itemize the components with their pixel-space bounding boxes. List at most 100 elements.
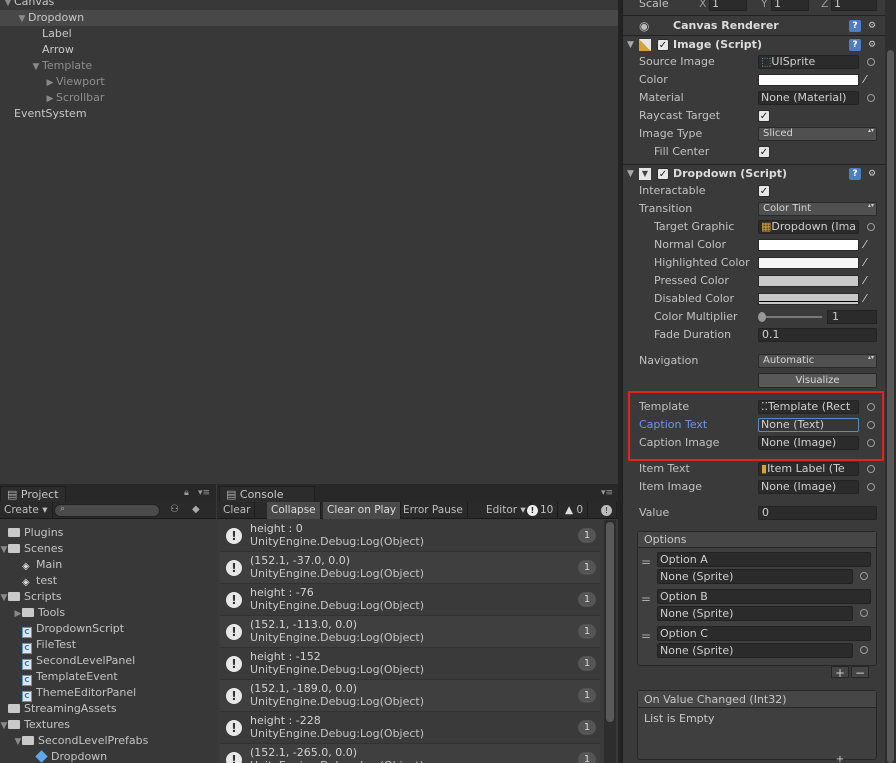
option-text-field[interactable]: Option A — [657, 552, 871, 567]
project-item[interactable]: Dropdown — [0, 749, 107, 763]
object-picker-icon[interactable] — [867, 223, 875, 231]
console-log-entry[interactable]: ! (152.1, -113.0, 0.0) UnityEngine.Debug:L… — [220, 616, 600, 648]
option-sprite-field[interactable]: None (Sprite) — [657, 569, 853, 584]
console-log-entry[interactable]: ! height : -76 UnityEngine.Debug:Log(Objec… — [220, 584, 600, 616]
option-sprite-field[interactable]: None (Sprite) — [657, 643, 853, 658]
hierarchy-item[interactable]: ▼ Canvas — [0, 0, 620, 10]
drag-handle-icon[interactable]: = — [641, 593, 651, 605]
fade-duration-field[interactable]: 0.1 — [758, 328, 877, 342]
add-event-button[interactable]: + — [831, 755, 849, 763]
drag-handle-icon[interactable]: = — [641, 630, 651, 642]
pressed-color-swatch[interactable] — [758, 275, 859, 287]
project-item[interactable]: C FileTest — [0, 637, 76, 654]
project-item[interactable]: ◈ test — [0, 573, 57, 589]
expand-arrow-down-icon[interactable]: ▼ — [30, 59, 42, 75]
option-sprite-field[interactable]: None (Sprite) — [657, 606, 853, 621]
panel-menu-icon[interactable]: ▾≡ — [601, 488, 613, 498]
project-item[interactable]: ▼ Textures — [0, 717, 70, 733]
project-item[interactable]: StreamingAssets — [0, 701, 117, 717]
disabled-color-swatch[interactable] — [758, 293, 859, 305]
project-item[interactable]: ▶ Tools — [0, 605, 66, 622]
object-picker-icon[interactable] — [867, 94, 875, 102]
expand-arrow-down-icon[interactable]: ▼ — [14, 734, 22, 750]
project-item[interactable]: ◈ Main — [0, 557, 62, 573]
hierarchy-item[interactable]: ▼ Dropdown — [0, 10, 620, 26]
filter-label-icon[interactable]: ◆ — [192, 504, 200, 515]
tab-console[interactable]: ▤ Console — [219, 486, 315, 502]
foldout-arrow-icon[interactable]: ▼ — [627, 165, 634, 183]
expand-arrow-down-icon[interactable]: ▼ — [0, 542, 8, 558]
eyedropper-icon[interactable]: ⁄ — [864, 238, 876, 252]
log-toggle[interactable]: ! 10 — [523, 502, 559, 519]
scale-x-field[interactable]: 1 — [709, 0, 747, 11]
caption-text-field[interactable]: None (Text) — [758, 418, 859, 432]
object-picker-icon[interactable] — [860, 646, 868, 654]
console-clear-button[interactable]: Clear — [219, 502, 256, 519]
remove-option-button[interactable]: − — [851, 666, 869, 679]
object-picker-icon[interactable] — [867, 465, 875, 473]
console-collapse-button[interactable]: Collapse — [267, 502, 321, 519]
normal-color-swatch[interactable] — [758, 239, 859, 251]
console-log-entry[interactable]: ! height : -152 UnityEngine.Debug:Log(Obje… — [220, 648, 600, 680]
interactable-checkbox[interactable]: ✓ — [758, 185, 770, 197]
project-item[interactable]: ▼ Scenes — [0, 541, 64, 558]
dropdown-script-header[interactable]: ▼ ▼ ✓ Dropdown (Script) ? ⚙ — [623, 165, 889, 183]
material-field[interactable]: None (Material) — [758, 91, 859, 105]
project-item[interactable]: Plugins — [0, 525, 63, 541]
fill-center-checkbox[interactable]: ✓ — [758, 146, 770, 158]
item-text-field[interactable]: ▮Item Label (Te — [758, 462, 859, 476]
hierarchy-item[interactable]: ▶ Scrollbar — [0, 90, 620, 106]
project-item[interactable]: C ThemeEditorPanel — [0, 685, 136, 702]
object-picker-icon[interactable] — [867, 403, 875, 411]
color-multiplier-field[interactable]: 1 — [827, 310, 877, 324]
project-search-input[interactable]: ⌕ — [54, 504, 160, 517]
tab-project[interactable]: ▤ Project — [0, 486, 66, 502]
raycast-target-checkbox[interactable]: ✓ — [758, 110, 770, 122]
object-picker-icon[interactable] — [867, 439, 875, 447]
target-graphic-field[interactable]: ▦Dropdown (Ima — [758, 220, 859, 234]
item-image-field[interactable]: None (Image) — [758, 480, 859, 494]
slider-thumb[interactable] — [758, 312, 766, 322]
console-scroll-thumb[interactable] — [606, 522, 614, 722]
object-picker-icon[interactable] — [860, 609, 868, 617]
warning-toggle[interactable]: ▲ 0 — [561, 502, 589, 519]
create-button[interactable]: Create ▾ — [0, 502, 53, 519]
caption-image-field[interactable]: None (Image) — [758, 436, 859, 450]
eyedropper-icon[interactable]: ⁄ — [864, 256, 876, 270]
gear-icon[interactable]: ⚙ — [866, 168, 878, 180]
color-swatch[interactable] — [758, 74, 859, 86]
project-item[interactable]: C DropdownScript — [0, 621, 124, 638]
panel-menu-icon[interactable]: ▾≡ — [198, 488, 210, 498]
project-item[interactable]: C TemplateEvent — [0, 669, 118, 686]
object-picker-icon[interactable] — [860, 572, 868, 580]
option-text-field[interactable]: Option B — [657, 589, 871, 604]
eyedropper-icon[interactable]: ⁄ — [864, 274, 876, 288]
transition-dropdown[interactable]: Color Tint — [758, 202, 877, 216]
canvas-renderer-header[interactable]: ◉ Canvas Renderer ? ⚙ — [623, 17, 889, 35]
drag-handle-icon[interactable]: = — [641, 556, 651, 568]
expand-arrow-down-icon[interactable]: ▼ — [0, 718, 8, 734]
expand-arrow-right-icon[interactable]: ▶ — [14, 606, 22, 622]
console-error-pause-button[interactable]: Error Pause — [399, 502, 468, 519]
project-item[interactable]: C SecondLevelPanel — [0, 653, 135, 670]
error-toggle[interactable]: ! — [597, 502, 617, 519]
console-log-entry[interactable]: ! (152.1, -265.0, 0.0)UnityEngine.Debug:L… — [220, 744, 600, 763]
console-log-entry[interactable]: ! height : -228 UnityEngine.Debug:Log(Obje… — [220, 712, 600, 744]
console-clear-on-play-button[interactable]: Clear on Play — [323, 502, 402, 519]
console-log-entry[interactable]: ! height : 0 UnityEngine.Debug:Log(Object)… — [220, 520, 600, 552]
help-icon[interactable]: ? — [849, 20, 861, 32]
inspector-scrollbar[interactable] — [885, 0, 896, 763]
hierarchy-item[interactable]: ▶ Viewport — [0, 74, 620, 90]
image-script-header[interactable]: ▼ ✓ Image (Script) ? ⚙ — [623, 36, 889, 54]
help-icon[interactable]: ? — [849, 168, 861, 180]
object-picker-icon[interactable] — [867, 483, 875, 491]
add-option-button[interactable]: + — [831, 666, 849, 679]
image-enabled-checkbox[interactable]: ✓ — [657, 39, 669, 51]
gear-icon[interactable]: ⚙ — [866, 20, 878, 32]
object-picker-icon[interactable] — [867, 421, 875, 429]
image-type-dropdown[interactable]: Sliced — [758, 127, 877, 141]
hierarchy-item[interactable]: Label — [0, 26, 620, 42]
console-scrollbar[interactable] — [604, 520, 616, 763]
source-image-field[interactable]: ⬚UISprite — [758, 55, 859, 69]
project-item[interactable]: ▼ Scripts — [0, 589, 62, 605]
